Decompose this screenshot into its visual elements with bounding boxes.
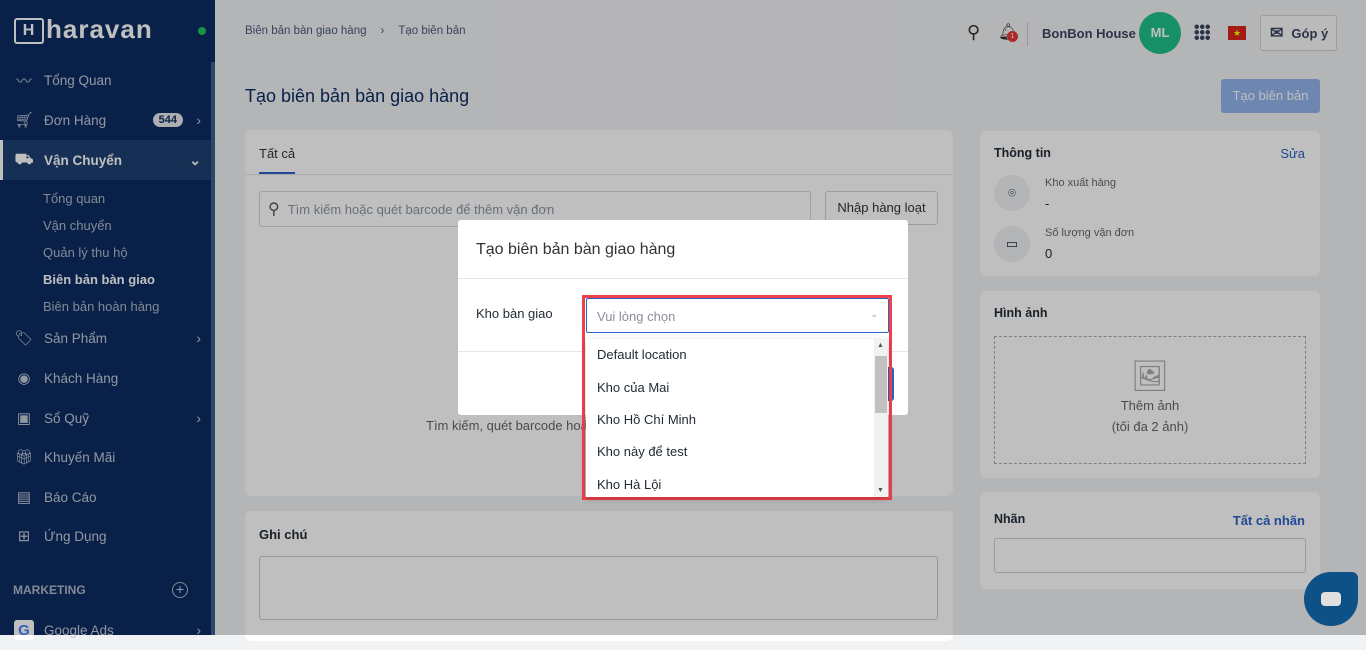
option-item[interactable]: Kho Hồ Chí Minh <box>597 412 696 427</box>
warehouse-field-label: Kho bàn giao <box>476 306 553 321</box>
scroll-down-icon[interactable]: ▼ <box>877 487 884 494</box>
option-item[interactable]: Kho này để test <box>597 444 687 459</box>
chat-button[interactable] <box>1304 572 1358 626</box>
options-scrollbar[interactable]: ▲ ▼ <box>874 339 888 497</box>
scrollbar-thumb[interactable] <box>875 356 887 413</box>
chat-icon <box>1321 592 1341 606</box>
option-item[interactable]: Kho của Mai <box>597 380 669 395</box>
modal-title: Tạo biên bản bàn giao hàng <box>458 220 908 279</box>
option-item[interactable]: Default location <box>597 347 687 362</box>
select-placeholder: Vui lòng chọn <box>597 309 676 324</box>
warehouse-options-list: Default location Kho của Mai Kho Hồ Chí … <box>586 339 888 497</box>
warehouse-select[interactable]: Vui lòng chọn ⌄ <box>586 298 889 333</box>
scroll-up-icon[interactable]: ▲ <box>877 342 884 349</box>
chevron-down-icon: ⌄ <box>870 309 878 319</box>
option-item[interactable]: Kho Hà Lội <box>597 477 661 492</box>
